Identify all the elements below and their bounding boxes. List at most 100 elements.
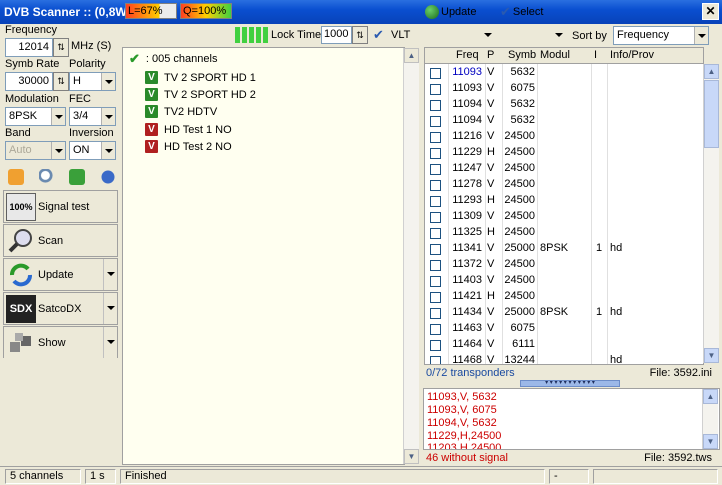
- transponder-table-scrollbar[interactable]: ▲ ▼: [703, 64, 719, 363]
- add-icon[interactable]: [69, 169, 86, 185]
- row-checkbox[interactable]: [430, 148, 441, 159]
- sort-by-select[interactable]: Frequency: [613, 26, 709, 45]
- scroll-up-icon[interactable]: ▲: [703, 389, 718, 404]
- row-checkbox[interactable]: [430, 324, 441, 335]
- row-checkbox[interactable]: [430, 340, 441, 351]
- channel-list-scrollbar[interactable]: ▲ ▼: [403, 48, 419, 464]
- channel-list[interactable]: ✔ : 005 channels V TV 2 SPORT HD 1 V TV …: [122, 47, 405, 465]
- symbol-rate-field[interactable]: 30000: [5, 72, 53, 91]
- transponder-table[interactable]: Freq P Symb Modul I Info/Prov 11093 V 5632…: [424, 47, 704, 365]
- row-checkbox[interactable]: [430, 292, 441, 303]
- chevron-down-icon[interactable]: [103, 327, 117, 358]
- symbol-rate-spin-icon[interactable]: ⇅: [53, 72, 69, 91]
- chevron-down-icon[interactable]: [481, 26, 493, 44]
- row-checkbox[interactable]: [430, 228, 441, 239]
- scroll-down-icon[interactable]: ▼: [404, 449, 419, 464]
- chevron-down-icon[interactable]: [101, 142, 115, 159]
- inversion-select[interactable]: ON: [69, 141, 116, 160]
- column-header-freq[interactable]: Freq: [456, 49, 479, 61]
- column-header-inversion[interactable]: I: [594, 49, 597, 61]
- column-header-symb[interactable]: Symb: [508, 49, 536, 61]
- row-checkbox[interactable]: [430, 260, 441, 271]
- scroll-down-icon[interactable]: ▼: [704, 348, 719, 363]
- polarity-select[interactable]: H: [69, 72, 116, 91]
- table-row[interactable]: 11293 H 24500: [425, 193, 703, 209]
- row-checkbox[interactable]: [430, 100, 441, 111]
- table-row[interactable]: 11463 V 6075: [425, 321, 703, 337]
- scroll-thumb[interactable]: [704, 80, 719, 148]
- chevron-down-icon[interactable]: [51, 108, 65, 125]
- select-button[interactable]: ✔ Select: [500, 2, 543, 21]
- update-button[interactable]: Update: [425, 2, 476, 21]
- table-row[interactable]: 11216 V 24500: [425, 129, 703, 145]
- row-checkbox[interactable]: [430, 276, 441, 287]
- chevron-down-icon[interactable]: [552, 26, 564, 44]
- chevron-down-icon[interactable]: [694, 27, 708, 44]
- search-icon[interactable]: [38, 169, 55, 185]
- row-checkbox[interactable]: [430, 180, 441, 191]
- update-action-button[interactable]: Update: [3, 258, 118, 291]
- lock-time-field[interactable]: 1000: [321, 26, 352, 44]
- channel-item[interactable]: V TV2 HDTV: [145, 103, 217, 120]
- table-row[interactable]: 11094 V 5632: [425, 97, 703, 113]
- settings-icon[interactable]: [8, 169, 24, 185]
- check-icon: ✔: [129, 50, 140, 66]
- vlt-label[interactable]: VLT: [391, 29, 410, 41]
- column-header-polarity[interactable]: P: [487, 49, 494, 61]
- chevron-down-icon[interactable]: [101, 108, 115, 125]
- chevron-down-icon[interactable]: [103, 293, 117, 324]
- chevron-down-icon[interactable]: [101, 73, 115, 90]
- table-row[interactable]: 11325 H 24500: [425, 225, 703, 241]
- table-row[interactable]: 11229 H 24500: [425, 145, 703, 161]
- row-checkbox[interactable]: [430, 116, 441, 127]
- table-row[interactable]: 11434 V 25000 8PSK 1 hd: [425, 305, 703, 321]
- frequency-field[interactable]: 12014: [5, 38, 53, 57]
- channel-item[interactable]: V TV 2 SPORT HD 1: [145, 69, 256, 86]
- row-checkbox[interactable]: [430, 84, 441, 95]
- chevron-down-icon[interactable]: [103, 259, 117, 290]
- scroll-up-icon[interactable]: ▲: [404, 48, 419, 63]
- table-row[interactable]: 11094 V 5632: [425, 113, 703, 129]
- table-row[interactable]: 11468 V 13244 hd: [425, 353, 703, 364]
- row-checkbox[interactable]: [430, 308, 441, 319]
- row-checkbox[interactable]: [430, 196, 441, 207]
- table-row[interactable]: 11247 V 24500: [425, 161, 703, 177]
- table-row[interactable]: 11278 V 24500: [425, 177, 703, 193]
- scroll-up-icon[interactable]: ▲: [704, 64, 719, 79]
- satcodx-button[interactable]: SDX SatcoDX: [3, 292, 118, 325]
- scroll-down-icon[interactable]: ▼: [703, 434, 718, 449]
- table-row[interactable]: 11093 V 6075: [425, 81, 703, 97]
- check-icon[interactable]: ✔: [373, 27, 384, 43]
- row-checkbox[interactable]: [430, 244, 441, 255]
- row-checkbox[interactable]: [430, 356, 441, 364]
- show-button[interactable]: Show: [3, 326, 118, 359]
- table-row[interactable]: 11421 H 24500: [425, 289, 703, 305]
- channel-item[interactable]: V HD Test 2 NO: [145, 138, 232, 155]
- channel-item[interactable]: V TV 2 SPORT HD 2: [145, 86, 256, 103]
- select-dropdown[interactable]: [552, 26, 564, 44]
- column-header-info[interactable]: Info/Prov: [610, 49, 654, 61]
- modulation-select[interactable]: 8PSK: [5, 107, 66, 126]
- row-checkbox[interactable]: [430, 164, 441, 175]
- update-dropdown[interactable]: [481, 26, 493, 44]
- channel-item[interactable]: V HD Test 1 NO: [145, 121, 232, 138]
- table-row[interactable]: 11464 V 6111: [425, 337, 703, 353]
- log-scrollbar[interactable]: ▲ ▼: [702, 389, 718, 449]
- scan-button[interactable]: Scan: [3, 224, 118, 257]
- table-row[interactable]: 11372 V 24500: [425, 257, 703, 273]
- row-checkbox[interactable]: [430, 212, 441, 223]
- table-row[interactable]: 11341 V 25000 8PSK 1 hd: [425, 241, 703, 257]
- table-row[interactable]: 11093 V 5632: [425, 65, 703, 81]
- frequency-spin-icon[interactable]: ⇅: [53, 38, 69, 57]
- signal-test-button[interactable]: 100% Signal test: [3, 190, 118, 223]
- table-row[interactable]: 11403 V 24500: [425, 273, 703, 289]
- column-header-modul[interactable]: Modul: [540, 49, 570, 61]
- table-row[interactable]: 11309 V 24500: [425, 209, 703, 225]
- lock-time-spin-icon[interactable]: ⇅: [352, 26, 368, 44]
- fec-select[interactable]: 3/4: [69, 107, 116, 126]
- row-checkbox[interactable]: [430, 68, 441, 79]
- row-checkbox[interactable]: [430, 132, 441, 143]
- info-icon[interactable]: [99, 169, 116, 185]
- panel-splitter[interactable]: ▾ ▾ ▾ ▾ ▾ ▾ ▾ ▾ ▾ ▾ ▾: [520, 380, 620, 387]
- close-button[interactable]: ✕: [702, 3, 719, 20]
